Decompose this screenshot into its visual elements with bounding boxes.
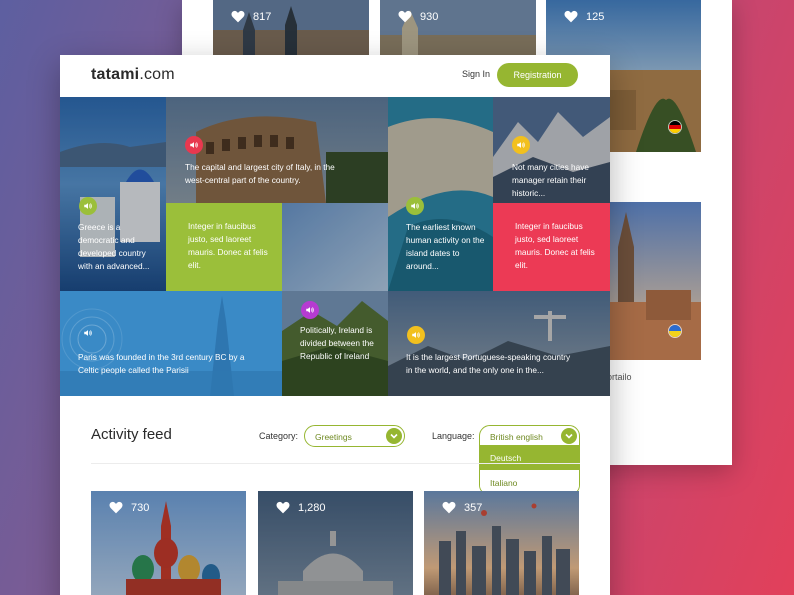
back-card-1[interactable]: 817 <box>213 0 369 57</box>
tile-ireland[interactable]: Politically, Ireland is divided between … <box>282 291 388 396</box>
like-count: 817 <box>253 10 272 23</box>
language-label: Language: <box>432 431 475 441</box>
tile-brazil[interactable]: It is the largest Portuguese-speaking co… <box>388 291 610 396</box>
like-count: 730 <box>131 501 150 514</box>
feed-card-capitol[interactable]: 1,280 <box>258 491 413 595</box>
tile-text: Integer in faucibus justo, sed laoreet m… <box>188 221 268 270</box>
tile-text: The capital and largest city of Italy, i… <box>185 162 335 185</box>
heart-icon <box>442 501 456 514</box>
feed-card-skyline[interactable]: 357 <box>424 491 579 595</box>
card-photo <box>380 0 536 57</box>
card-photo <box>213 0 369 57</box>
tile-italy[interactable]: The capital and largest city of Italy, i… <box>166 97 388 203</box>
language-dropdown: Deutsch Italiano <box>479 445 580 495</box>
speaker-icon[interactable] <box>79 197 97 215</box>
speaker-icon[interactable] <box>301 301 319 319</box>
like-counter[interactable]: 357 <box>442 501 482 514</box>
speaker-icon[interactable] <box>185 136 203 154</box>
site-logo[interactable]: tatami.com <box>91 66 175 84</box>
heart-icon <box>276 501 290 514</box>
tile-photo <box>282 203 388 291</box>
speaker-icon[interactable] <box>406 197 424 215</box>
front-page: tatami.com Sign In Registration Greece i… <box>60 55 610 595</box>
site-header: tatami.com Sign In Registration <box>60 55 610 97</box>
feed-card-moscow[interactable]: 730 <box>91 491 246 595</box>
back-card-caption: ortailo <box>607 372 632 382</box>
tile-lorem-green[interactable]: Integer in faucibus justo, sed laoreet m… <box>166 203 282 291</box>
heart-icon <box>231 10 245 23</box>
tile-text: The earliest known human activity on the… <box>406 222 485 271</box>
heart-icon <box>109 501 123 514</box>
category-label: Category: <box>259 431 299 441</box>
category-value: Greetings <box>315 432 352 442</box>
category-select[interactable]: Greetings <box>304 425 405 447</box>
tile-text: Greece is a democratic and developed cou… <box>78 222 150 271</box>
tile-text: It is the largest Portuguese-speaking co… <box>406 352 571 375</box>
tile-text: Politically, Ireland is divided between … <box>300 325 374 361</box>
language-select[interactable]: British english <box>479 425 580 447</box>
speaker-icon[interactable] <box>407 326 425 344</box>
tile-text: Paris was founded in the 3rd century BC … <box>78 352 245 375</box>
tile-sky[interactable] <box>282 203 388 291</box>
like-count: 1,280 <box>298 501 326 514</box>
chevron-down-icon[interactable] <box>386 428 402 444</box>
tile-lorem-red[interactable]: Integer in faucibus justo, sed laoreet m… <box>493 203 610 291</box>
tile-photo <box>388 291 610 396</box>
speaker-icon[interactable] <box>79 324 97 342</box>
like-count: 930 <box>420 10 439 23</box>
back-card-2[interactable]: 930 <box>380 0 536 57</box>
like-counter[interactable]: 125 <box>564 10 604 23</box>
tile-text: Integer in faucibus justo, sed laoreet m… <box>515 221 595 270</box>
speaker-icon[interactable] <box>512 136 530 154</box>
like-counter[interactable]: 817 <box>231 10 271 23</box>
tile-croatia[interactable]: The earliest known human activity on the… <box>388 97 493 291</box>
tile-photo <box>60 291 282 396</box>
ukraine-flag-icon <box>668 324 682 338</box>
tile-paris[interactable]: Paris was founded in the 3rd century BC … <box>60 291 282 396</box>
heart-icon <box>564 10 578 23</box>
tile-text: Not many cities have manager retain thei… <box>512 162 590 198</box>
language-value: British english <box>490 432 543 442</box>
logo-bold: tatami <box>91 66 140 83</box>
like-count: 125 <box>586 10 605 23</box>
like-counter[interactable]: 1,280 <box>276 501 326 514</box>
germany-flag-icon <box>668 120 682 134</box>
like-count: 357 <box>464 501 483 514</box>
like-counter[interactable]: 930 <box>398 10 438 23</box>
sign-in-link[interactable]: Sign In <box>462 69 490 79</box>
activity-feed-title: Activity feed <box>91 426 172 443</box>
logo-domain: .com <box>139 66 175 83</box>
registration-button[interactable]: Registration <box>497 63 578 87</box>
tile-greece[interactable]: Greece is a democratic and developed cou… <box>60 97 166 291</box>
destination-grid: Greece is a democratic and developed cou… <box>60 97 610 396</box>
tile-cities[interactable]: Not many cities have manager retain thei… <box>493 97 610 203</box>
heart-icon <box>398 10 412 23</box>
language-option-deutsch[interactable]: Deutsch <box>480 445 579 470</box>
feed-divider <box>91 463 580 464</box>
chevron-down-icon[interactable] <box>561 428 577 444</box>
like-counter[interactable]: 730 <box>109 501 149 514</box>
